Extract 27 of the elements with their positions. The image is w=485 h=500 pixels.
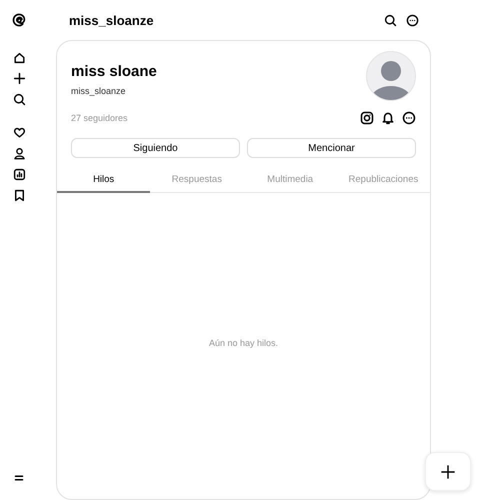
- heart-icon[interactable]: [12, 126, 26, 139]
- avatar-icon: [366, 51, 416, 102]
- more-icon[interactable]: [406, 14, 419, 27]
- bookmark-icon[interactable]: [12, 189, 26, 202]
- chart-icon[interactable]: [12, 168, 26, 181]
- profile-handle: miss_sloanze: [71, 86, 127, 96]
- plus-icon[interactable]: [12, 72, 26, 85]
- following-button[interactable]: Siguiendo: [71, 138, 240, 158]
- search-icon[interactable]: [12, 93, 26, 106]
- profile-tab[interactable]: Respuestas: [150, 167, 244, 194]
- followers-count[interactable]: 27 seguidores: [71, 113, 360, 124]
- threads-logo-icon[interactable]: [12, 13, 26, 27]
- profile-tab[interactable]: Republicaciones: [336, 167, 430, 194]
- profile-name: miss sloane: [71, 63, 158, 80]
- home-icon[interactable]: [12, 51, 26, 64]
- person-icon[interactable]: [12, 147, 26, 160]
- profile-tab[interactable]: Multimedia: [244, 167, 337, 194]
- mention-button[interactable]: Mencionar: [247, 138, 416, 158]
- search-icon[interactable]: [384, 14, 397, 27]
- bell-icon[interactable]: [381, 111, 395, 126]
- new-post-button[interactable]: [425, 452, 471, 491]
- more-icon[interactable]: [402, 111, 416, 126]
- profile-tab[interactable]: Hilos: [57, 167, 150, 194]
- plus-icon: [440, 464, 456, 480]
- camera-icon[interactable]: [360, 111, 374, 126]
- empty-message: Aún no hay hilos.: [208, 338, 280, 348]
- profile-username: miss_sloanze: [69, 12, 155, 28]
